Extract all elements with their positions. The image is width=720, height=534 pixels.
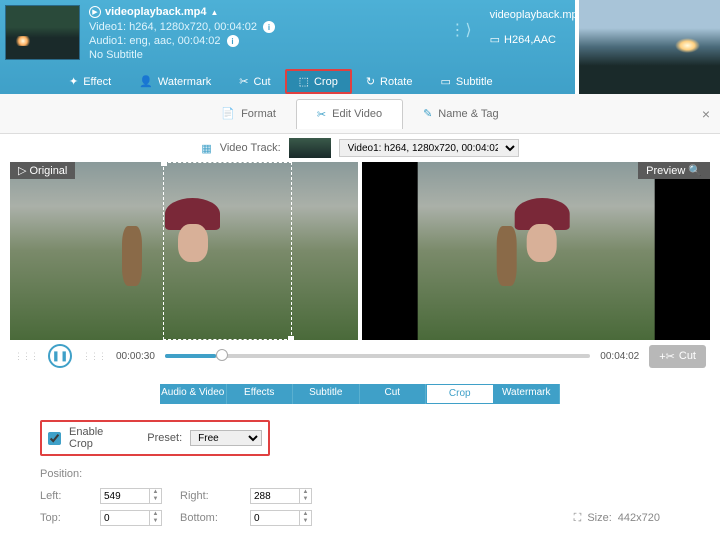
output-thumbnail[interactable] bbox=[575, 0, 720, 94]
subtitle-info-text: No Subtitle bbox=[89, 49, 143, 61]
subtab-edit-video[interactable]: ✂Edit Video bbox=[296, 99, 403, 129]
enable-crop-row: Enable Crop Preset: Free bbox=[40, 420, 270, 456]
codec-icon: ▭ bbox=[490, 33, 500, 46]
sub-header-tabs: 📄Format ✂Edit Video ✎Name & Tag × bbox=[0, 94, 720, 134]
left-label: Left: bbox=[40, 490, 90, 502]
scissors-icon: +✂ bbox=[659, 350, 675, 363]
play-pause-button[interactable]: ❚❚ bbox=[48, 344, 72, 368]
video-track-row: ▦ Video Track: Video1: h264, 1280x720, 0… bbox=[0, 134, 720, 162]
video-info-text: Video1: h264, 1280x720, 00:04:02 bbox=[89, 21, 257, 33]
seek-slider[interactable] bbox=[165, 354, 590, 358]
audio-info-text: Audio1: eng, aac, 00:04:02 bbox=[89, 35, 221, 47]
bottom-spinner[interactable]: ▲▼ bbox=[300, 510, 312, 526]
current-time: 00:00:30 bbox=[116, 351, 155, 362]
subtab-format[interactable]: 📄Format bbox=[201, 99, 296, 128]
size-icon: ⛶ bbox=[574, 512, 582, 525]
settings-tabs: Audio & Video Effects Subtitle Cut Crop … bbox=[160, 384, 560, 404]
expand-icon[interactable]: ▲ bbox=[211, 8, 219, 17]
right-spinner[interactable]: ▲▼ bbox=[300, 488, 312, 504]
source-filename: videoplayback.mp4 bbox=[105, 6, 207, 18]
size-label: Size: bbox=[587, 512, 611, 524]
preview-area: ▷Original Preview🔍 bbox=[0, 162, 720, 340]
preset-label: Preset: bbox=[147, 432, 182, 444]
top-spinner[interactable]: ▲▼ bbox=[150, 510, 162, 526]
track-label: Video Track: bbox=[220, 142, 281, 154]
btab-cut[interactable]: Cut bbox=[360, 384, 427, 404]
btab-watermark[interactable]: Watermark bbox=[494, 384, 561, 404]
output-codec: H264,AAC bbox=[504, 34, 556, 46]
btab-audio-video[interactable]: Audio & Video bbox=[160, 384, 227, 404]
position-label: Position: bbox=[40, 468, 680, 480]
right-input[interactable] bbox=[250, 488, 300, 504]
btab-effects[interactable]: Effects bbox=[227, 384, 294, 404]
panel-close-icon[interactable]: × bbox=[702, 106, 710, 122]
edit-icon: ✂ bbox=[317, 108, 326, 121]
video-info-icon[interactable]: i bbox=[263, 21, 275, 33]
left-spinner[interactable]: ▲▼ bbox=[150, 488, 162, 504]
track-thumbnail bbox=[289, 138, 331, 158]
magnify-icon[interactable]: 🔍 bbox=[688, 164, 702, 177]
watermark-icon: 👤 bbox=[139, 75, 153, 88]
original-badge: ▷Original bbox=[10, 162, 75, 179]
subtab-name-tag[interactable]: ✎Name & Tag bbox=[403, 99, 519, 128]
format-icon: 📄 bbox=[221, 107, 235, 120]
source-thumbnail[interactable] bbox=[5, 5, 80, 60]
bottom-input[interactable] bbox=[250, 510, 300, 526]
top-input[interactable] bbox=[100, 510, 150, 526]
cut-button[interactable]: +✂Cut bbox=[649, 345, 706, 368]
audio-info-icon[interactable]: i bbox=[227, 35, 239, 47]
bottom-label: Bottom: bbox=[180, 512, 240, 524]
original-video-pane[interactable] bbox=[10, 162, 358, 340]
enable-crop-label: Enable Crop bbox=[69, 426, 127, 450]
tab-subtitle[interactable]: ▭Subtitle bbox=[426, 69, 506, 94]
tab-rotate[interactable]: ↻Rotate bbox=[352, 69, 427, 94]
slider-thumb[interactable] bbox=[216, 349, 228, 361]
crop-rectangle[interactable] bbox=[163, 162, 292, 340]
grip-right: ⋮⋮⋮ bbox=[82, 351, 106, 362]
cut-icon: ✂ bbox=[239, 75, 248, 88]
timeline-row: ⋮⋮⋮ ❚❚ ⋮⋮⋮ 00:00:30 00:04:02 +✂Cut bbox=[0, 340, 720, 372]
subtitle-icon: ▭ bbox=[440, 75, 450, 88]
effect-icon: ✦ bbox=[69, 75, 78, 88]
preview-badge: Preview🔍 bbox=[638, 162, 710, 179]
crop-settings-panel: Enable Crop Preset: Free Position: Left:… bbox=[28, 412, 692, 534]
btab-subtitle[interactable]: Subtitle bbox=[293, 384, 360, 404]
total-time: 00:04:02 bbox=[600, 351, 639, 362]
size-value: 442x720 bbox=[618, 512, 660, 524]
btab-crop[interactable]: Crop bbox=[426, 384, 494, 404]
track-icon: ▦ bbox=[201, 142, 211, 155]
edit-tool-tabs: ✦Effect 👤Watermark ✂Cut ⬚Crop ↻Rotate ▭S… bbox=[55, 69, 507, 94]
video-track-select[interactable]: Video1: h264, 1280x720, 00:04:02 bbox=[339, 139, 519, 157]
play-icon[interactable]: ▶ bbox=[89, 6, 101, 18]
preview-video-pane[interactable] bbox=[362, 162, 710, 340]
tab-watermark[interactable]: 👤Watermark bbox=[125, 69, 225, 94]
grip-left: ⋮⋮⋮ bbox=[14, 351, 38, 362]
top-label: Top: bbox=[40, 512, 90, 524]
app-header: × ▶ videoplayback.mp4 ▲ Video1: h264, 12… bbox=[0, 0, 720, 94]
right-label: Right: bbox=[180, 490, 240, 502]
rotate-icon: ↻ bbox=[366, 75, 375, 88]
tag-icon: ✎ bbox=[423, 107, 432, 120]
tab-crop[interactable]: ⬚Crop bbox=[285, 69, 352, 94]
left-input[interactable] bbox=[100, 488, 150, 504]
tab-cut[interactable]: ✂Cut bbox=[225, 69, 284, 94]
tab-effect[interactable]: ✦Effect bbox=[55, 69, 125, 94]
enable-crop-checkbox[interactable] bbox=[48, 432, 61, 445]
preset-select[interactable]: Free bbox=[190, 430, 262, 446]
crop-icon: ⬚ bbox=[299, 75, 309, 88]
